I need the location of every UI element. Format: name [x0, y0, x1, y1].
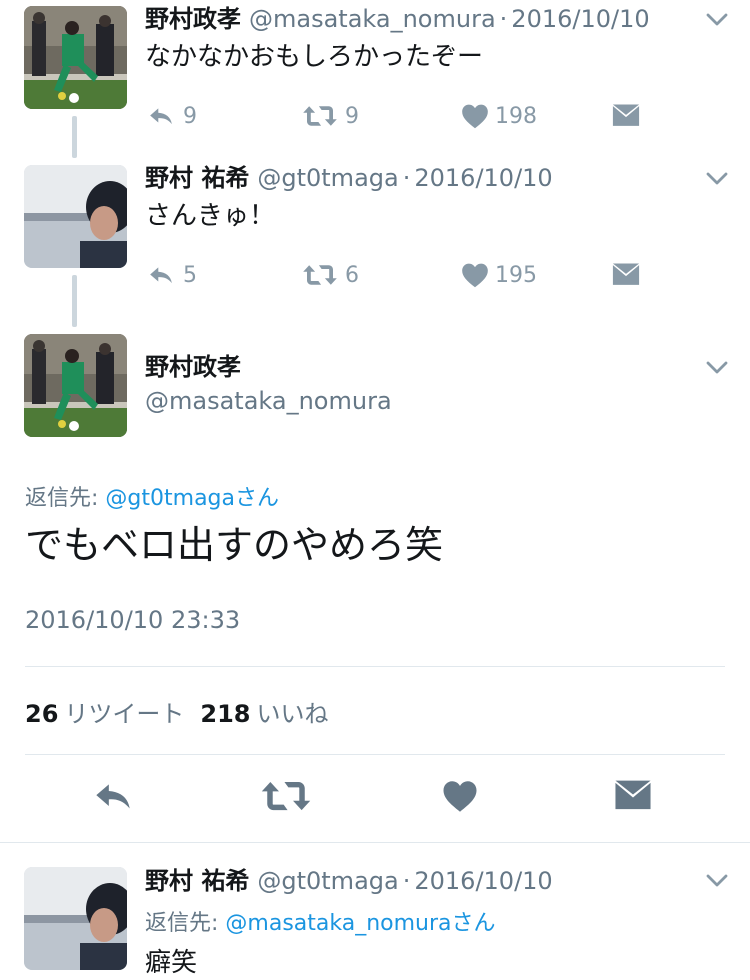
reply-icon [145, 262, 177, 288]
user-handle[interactable]: @masataka_nomura [145, 387, 392, 415]
retweet-button[interactable] [261, 776, 311, 820]
reply-to-link[interactable]: @masataka_nomuraさん [225, 911, 495, 936]
like-total-label[interactable]: いいね [257, 700, 329, 728]
chevron-down-icon[interactable] [706, 172, 728, 186]
tweet-date[interactable]: 2016/10/10 [414, 867, 552, 895]
separator: · [499, 5, 508, 33]
avatar[interactable] [24, 6, 127, 109]
tweet-date[interactable]: 2016/10/10 [414, 164, 552, 192]
reply-button[interactable]: 5 [145, 257, 197, 293]
separator: · [402, 164, 411, 192]
like-count: 195 [495, 262, 537, 288]
retweet-count: 6 [345, 262, 359, 288]
avatar[interactable] [24, 334, 127, 437]
retweet-total[interactable]: 26 [25, 700, 58, 728]
tweet-timestamp[interactable]: 2016/10/10 23:33 [25, 606, 240, 634]
retweet-count: 9 [345, 103, 359, 129]
retweet-total-label[interactable]: リツイート [64, 700, 184, 728]
heart-icon [461, 103, 489, 129]
retweet-icon [301, 262, 339, 288]
like-button[interactable]: 198 [461, 98, 537, 134]
chevron-down-icon[interactable] [706, 13, 728, 27]
reply-count: 5 [183, 262, 197, 288]
separator: · [402, 867, 411, 895]
thread-line [72, 116, 77, 158]
engagement-counts: 26 リツイート 218 いいね [25, 694, 345, 729]
handle-row: @masataka_nomura [145, 386, 392, 416]
reply-to-label: 返信先: [25, 486, 99, 511]
like-count: 198 [495, 103, 537, 129]
display-name[interactable]: 野村 祐希 [145, 164, 249, 192]
reply-to-label: 返信先: [145, 911, 219, 936]
tweet-actions: 5 6 195 [145, 257, 665, 293]
direct-message-button[interactable] [614, 776, 652, 820]
reply-button[interactable]: 9 [145, 98, 197, 134]
direct-message-icon [611, 263, 641, 287]
tweet-date[interactable]: 2016/10/10 [511, 5, 649, 33]
direct-message-icon [614, 776, 652, 816]
thread-line [72, 275, 77, 327]
chevron-down-icon[interactable] [706, 361, 728, 375]
retweet-icon [301, 103, 339, 129]
tweet-text: なかなかおもしろかったぞー [145, 42, 484, 72]
tweet-text: さんきゅ！ [145, 201, 276, 231]
retweet-button[interactable]: 9 [301, 98, 359, 134]
user-handle[interactable]: @gt0tmaga [257, 164, 398, 192]
display-name-row: 野村政孝 [145, 352, 249, 382]
display-name[interactable]: 野村 祐希 [145, 867, 249, 895]
divider [25, 754, 725, 755]
chevron-down-icon[interactable] [706, 874, 728, 888]
tweet-header: 野村 祐希 @gt0tmaga · 2016/10/10 [145, 163, 553, 193]
retweet-icon [261, 776, 311, 816]
divider [0, 842, 750, 843]
user-handle[interactable]: @gt0tmaga [257, 867, 398, 895]
direct-message-icon [611, 104, 641, 128]
avatar[interactable] [24, 165, 127, 268]
display-name[interactable]: 野村政孝 [145, 353, 241, 381]
reply-button[interactable] [93, 776, 133, 820]
divider [25, 666, 725, 667]
reply-to-line: 返信先: @masataka_nomuraさん [145, 905, 496, 937]
like-total[interactable]: 218 [200, 700, 250, 728]
like-button[interactable]: 195 [461, 257, 537, 293]
heart-icon [442, 776, 478, 816]
reply-icon [145, 103, 177, 129]
tweet-actions: 9 9 198 [145, 98, 665, 134]
reply-icon [93, 776, 133, 816]
like-button[interactable] [442, 776, 478, 820]
reply-count: 9 [183, 103, 197, 129]
direct-message-button[interactable] [611, 257, 641, 293]
user-handle[interactable]: @masataka_nomura [249, 5, 496, 33]
reply-to-link[interactable]: @gt0tmagaさん [105, 486, 279, 511]
direct-message-button[interactable] [611, 98, 641, 134]
tweet-header: 野村 祐希 @gt0tmaga · 2016/10/10 [145, 866, 553, 896]
tweet-header: 野村政孝 @masataka_nomura · 2016/10/10 [145, 4, 650, 34]
display-name[interactable]: 野村政孝 [145, 5, 241, 33]
reply-to-line: 返信先: @gt0tmagaさん [25, 480, 279, 512]
focused-tweet-text: でもベロ出すのやめろ笑 [25, 523, 444, 567]
heart-icon [461, 262, 489, 288]
avatar[interactable] [24, 867, 127, 970]
tweet-text: 癖笑 [145, 948, 198, 978]
retweet-button[interactable]: 6 [301, 257, 359, 293]
